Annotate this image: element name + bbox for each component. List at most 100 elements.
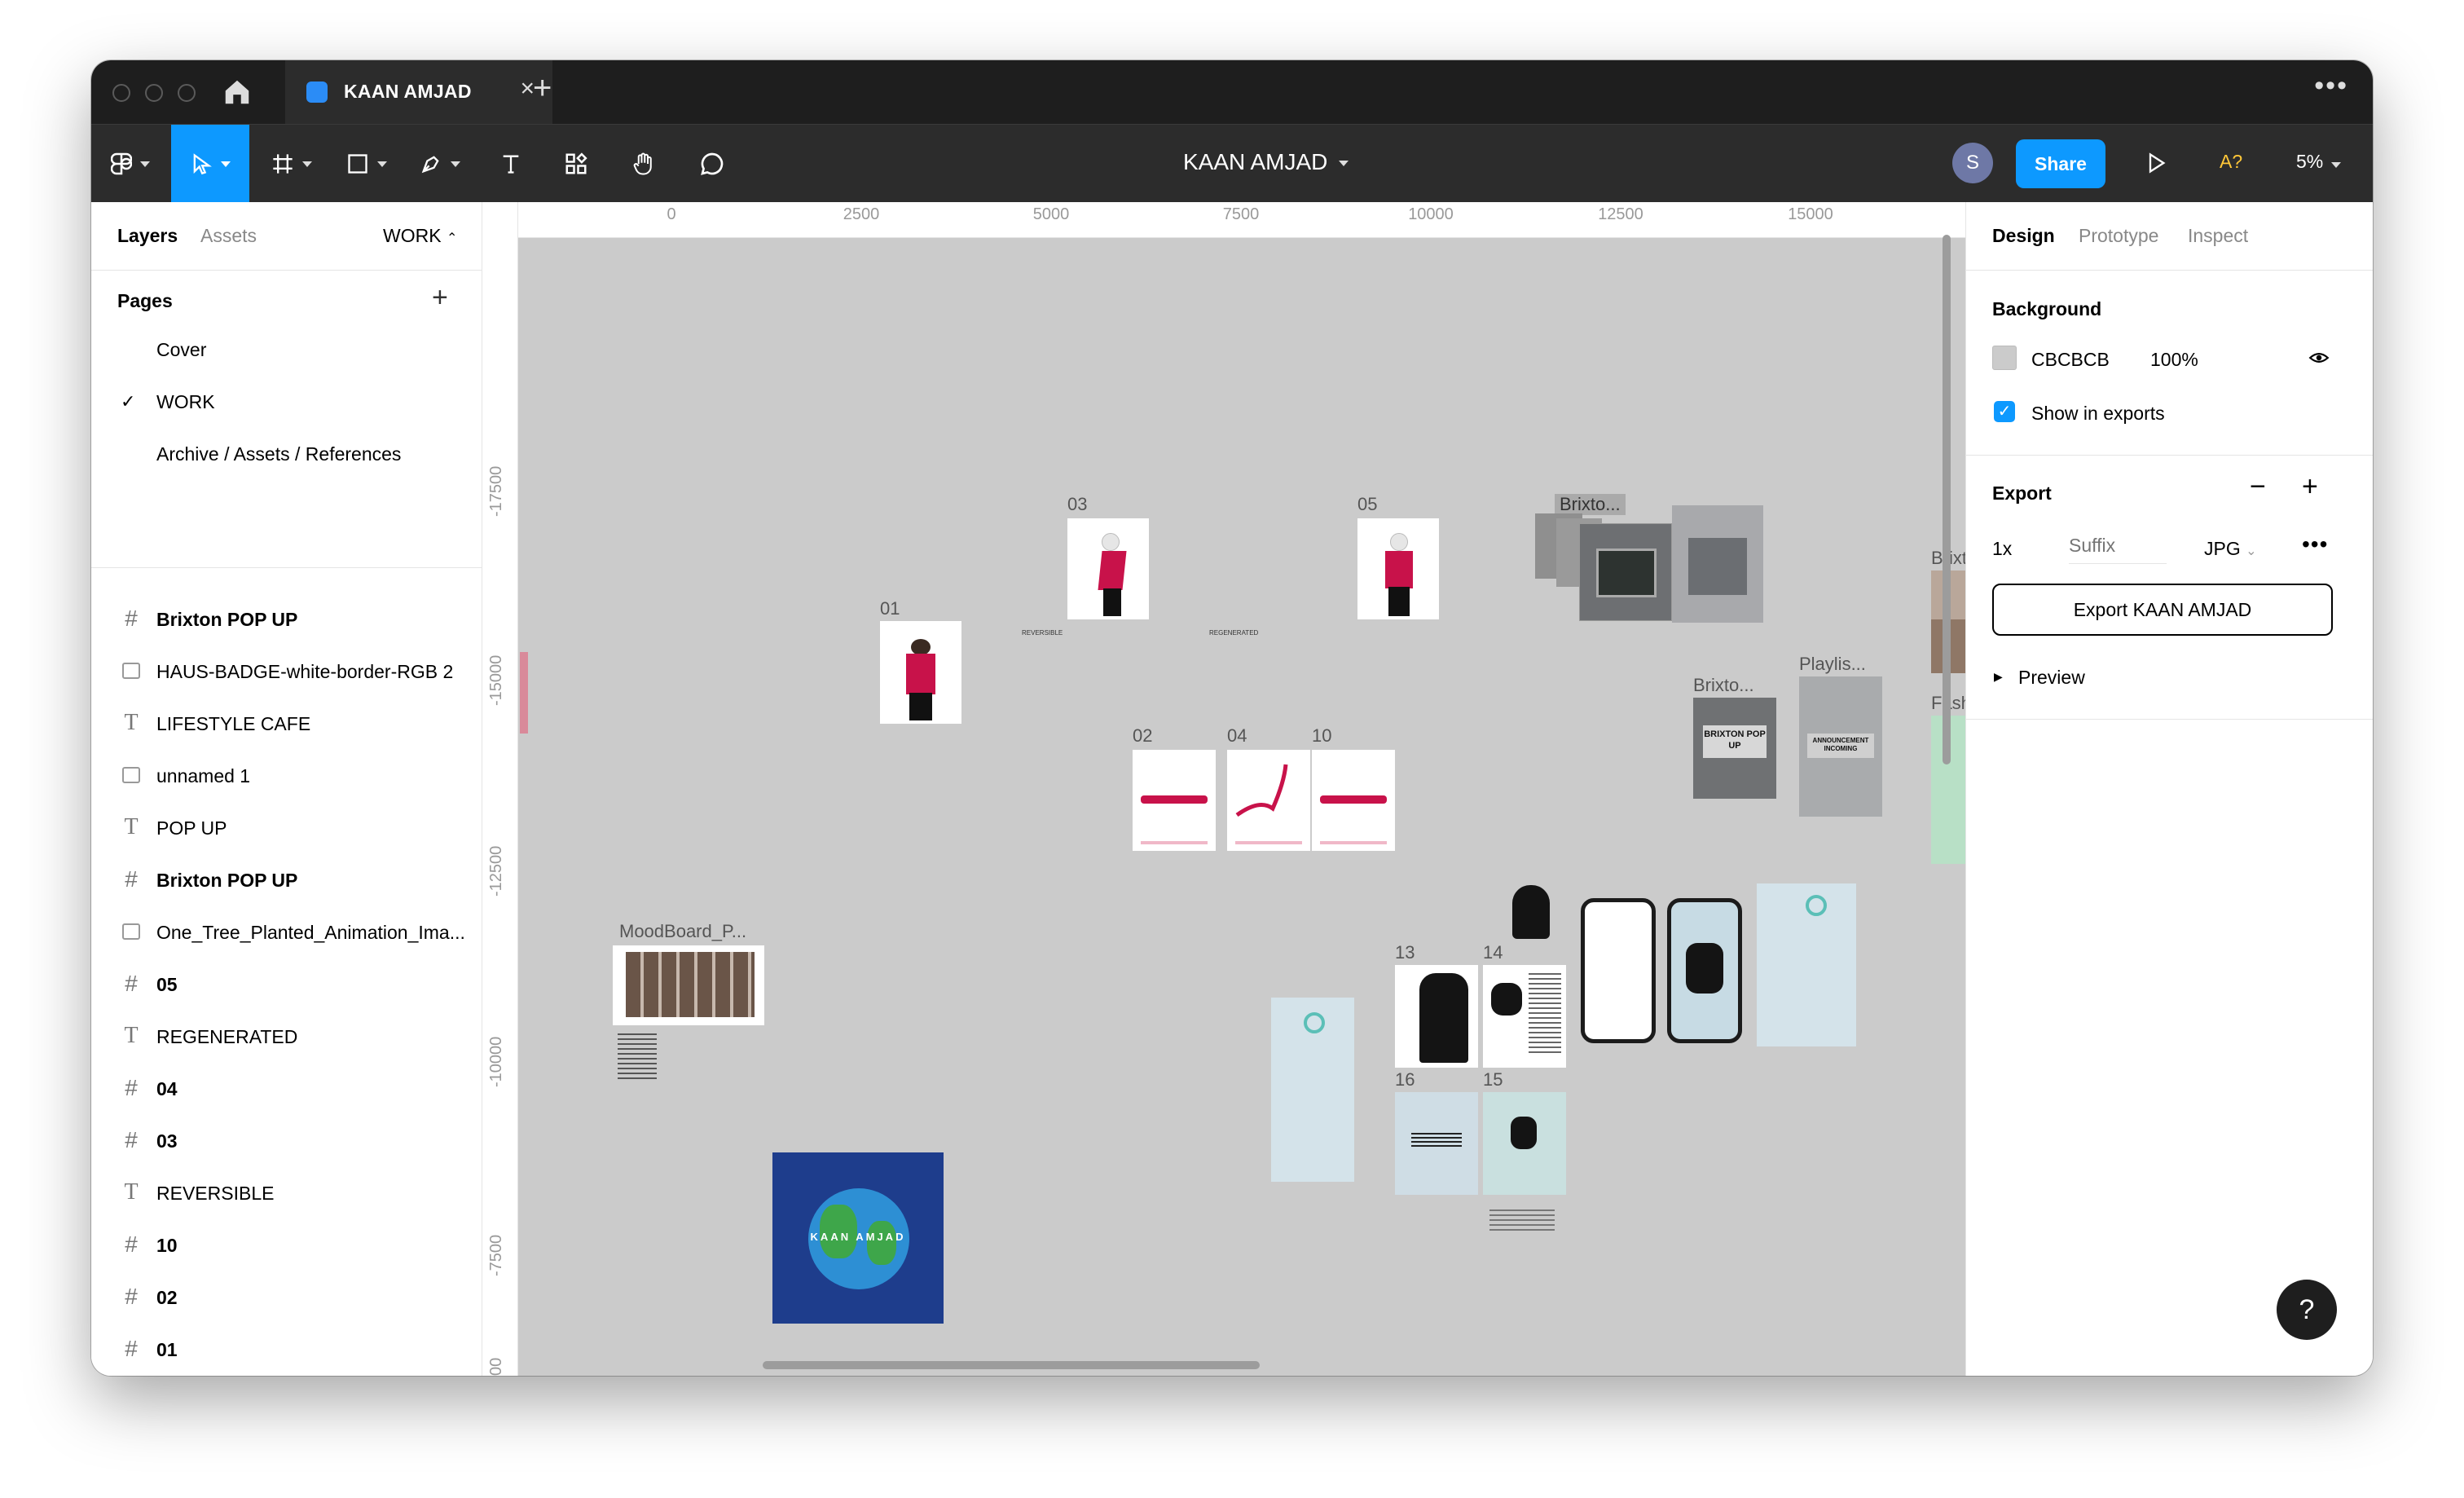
horizontal-scrollbar[interactable] [763, 1361, 1260, 1369]
tab-file[interactable]: KAAN AMJAD × [285, 60, 552, 124]
phone-mockup-1[interactable] [1581, 898, 1656, 1043]
avatar[interactable]: S [1952, 143, 1993, 183]
reversible-text[interactable]: REVERSIBLE [1022, 629, 1063, 637]
phone-mockup-2[interactable] [1667, 898, 1742, 1043]
current-page-selector[interactable]: WORK ⌃ [383, 225, 457, 247]
background-hex-input[interactable]: CBCBCB [2031, 349, 2110, 371]
background-color-swatch[interactable] [1992, 346, 2017, 370]
regenerated-text[interactable]: REGENERATED [1209, 629, 1258, 637]
show-in-exports-checkbox[interactable]: ✓ [1994, 401, 2015, 422]
tab-layers[interactable]: Layers [117, 225, 178, 247]
document-title-menu[interactable]: KAAN AMJAD [1183, 149, 1349, 175]
tab-inspect[interactable]: Inspect [2188, 225, 2248, 247]
layer-row[interactable]: #05 [91, 958, 482, 1011]
accessibility-check-button[interactable]: A? [2220, 151, 2242, 173]
export-suffix-input[interactable] [2069, 528, 2167, 564]
tab-prototype[interactable]: Prototype [2079, 225, 2158, 247]
remove-export-icon[interactable]: − [2250, 471, 2266, 503]
globe-artwork[interactable]: KAAN AMJAD [772, 1152, 944, 1324]
frame-label-16[interactable]: 16 [1395, 1069, 1415, 1090]
home-icon[interactable] [222, 77, 253, 108]
frame-15[interactable] [1483, 1092, 1566, 1195]
canvas[interactable]: 0 2500 5000 7500 10000 12500 15000 -1750… [482, 202, 1965, 1376]
help-button[interactable]: ? [2277, 1280, 2337, 1340]
vertical-scrollbar[interactable] [1943, 235, 1951, 764]
layer-row[interactable]: One_Tree_Planted_Animation_Ima... [91, 906, 482, 958]
frame-label-01[interactable]: 01 [880, 598, 900, 619]
brixton-building-photo[interactable] [1672, 505, 1763, 623]
layer-row[interactable]: HAUS-BADGE-white-border-RGB 2 [91, 645, 482, 698]
hand-tool-button[interactable] [613, 125, 675, 203]
frame-13[interactable] [1395, 965, 1478, 1068]
window-zoom-control[interactable] [178, 84, 196, 102]
frame-label-brixton-1[interactable]: Brixto... [1555, 494, 1626, 515]
add-export-icon[interactable]: + [2302, 471, 2318, 503]
pen-tool-button[interactable] [407, 125, 473, 203]
tab-assets[interactable]: Assets [200, 225, 257, 247]
new-tab-icon[interactable]: + [533, 72, 552, 104]
more-options-icon[interactable]: ••• [2314, 70, 2348, 102]
brixton-popup-poster[interactable]: BRIXTON POP UP [1693, 698, 1776, 799]
frame-tool-button[interactable] [259, 125, 324, 203]
zoom-menu[interactable]: 5% [2296, 151, 2342, 173]
frame-03[interactable] [1067, 518, 1149, 619]
moodboard-notes[interactable] [613, 1032, 662, 1081]
plastic-bottles-image-1[interactable] [1757, 883, 1856, 1046]
export-format-select[interactable]: JPG ⌄ [2204, 538, 2257, 560]
layer-row[interactable]: unnamed 1 [91, 750, 482, 802]
frame-02[interactable] [1133, 750, 1216, 851]
window-minimize-control[interactable] [145, 84, 163, 102]
layer-row[interactable]: T LIFESTYLE CAFE [91, 698, 482, 750]
share-button[interactable]: Share [2016, 139, 2105, 188]
hoodie-image[interactable] [1507, 882, 1555, 942]
comment-tool-button[interactable] [681, 125, 743, 203]
text-tool-button[interactable] [482, 125, 539, 203]
shape-tool-button[interactable] [334, 125, 399, 203]
layer-row[interactable]: #03 [91, 1115, 482, 1167]
frame-04[interactable] [1227, 750, 1310, 851]
page-item-work[interactable]: WORK [156, 391, 215, 413]
moodboard-frame[interactable] [613, 945, 764, 1025]
frame-label-10[interactable]: 10 [1312, 725, 1331, 747]
eye-icon[interactable] [2307, 347, 2331, 368]
frame-label-02[interactable]: 02 [1133, 725, 1152, 747]
frame-05[interactable] [1357, 518, 1439, 619]
frame-label-05[interactable]: 05 [1357, 494, 1377, 515]
move-tool-button[interactable] [171, 125, 249, 203]
layer-row[interactable]: T POP UP [91, 802, 482, 854]
frame-label-moodboard[interactable]: MoodBoard_P... [619, 921, 746, 942]
layer-row[interactable]: #10 [91, 1219, 482, 1271]
main-menu-button[interactable] [91, 125, 169, 203]
layer-row[interactable]: #01 [91, 1324, 482, 1376]
page-item-archive[interactable]: Archive / Assets / References [156, 443, 401, 465]
layer-row[interactable]: T REGENERATED [91, 1011, 482, 1063]
frame-14[interactable] [1483, 965, 1566, 1068]
frame-16[interactable] [1395, 1092, 1478, 1195]
offscreen-frame-edge[interactable] [520, 652, 528, 734]
resources-tool-button[interactable] [548, 125, 605, 203]
frame-10[interactable] [1312, 750, 1395, 851]
layer-row[interactable]: T REVERSIBLE [91, 1167, 482, 1219]
playlist-poster[interactable]: ANNOUNCEMENT INCOMING [1799, 676, 1882, 817]
preview-toggle[interactable]: Preview [2018, 667, 2085, 689]
frame-label-playlist[interactable]: Playlis... [1799, 654, 1866, 675]
page-item-cover[interactable]: Cover [156, 339, 206, 361]
present-play-icon[interactable] [2145, 151, 2167, 175]
export-settings-icon[interactable]: ••• [2302, 531, 2328, 557]
frame-label-03[interactable]: 03 [1067, 494, 1087, 515]
layer-row[interactable]: # Brixton POP UP [91, 854, 482, 906]
frame-label-brixton-2[interactable]: Brixto... [1693, 675, 1754, 696]
frame-label-15[interactable]: 15 [1483, 1069, 1503, 1090]
window-close-control[interactable] [112, 84, 130, 102]
layer-row[interactable]: # Brixton POP UP [91, 593, 482, 645]
layer-row[interactable]: #02 [91, 1271, 482, 1324]
tab-design[interactable]: Design [1992, 225, 2055, 247]
frame-01[interactable] [880, 621, 961, 724]
layer-row[interactable]: #04 [91, 1063, 482, 1115]
background-opacity-input[interactable]: 100% [2150, 349, 2198, 371]
frame-label-04[interactable]: 04 [1227, 725, 1247, 747]
brixton-storefront-photo[interactable] [1579, 523, 1672, 621]
caption-text-block[interactable] [1489, 1209, 1555, 1234]
frame-label-14[interactable]: 14 [1483, 942, 1503, 963]
plastic-bottles-image-2[interactable] [1271, 998, 1354, 1182]
